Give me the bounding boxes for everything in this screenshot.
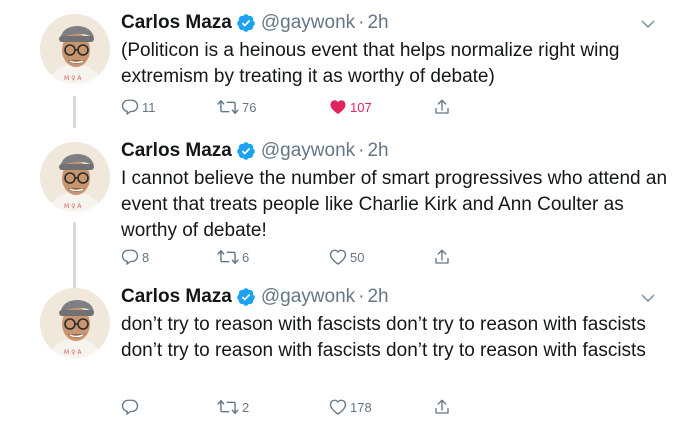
separator-dot: · — [358, 140, 365, 161]
reply-icon — [121, 249, 139, 265]
retweet-icon — [217, 400, 239, 414]
tweet[interactable]: M ♀ A Carlos Maza @gaywonk · 2h (Politic… — [0, 0, 690, 128]
like-button[interactable]: 178 — [329, 398, 372, 416]
like-button[interactable]: 107 — [329, 98, 372, 116]
svg-text:M ♀ A: M ♀ A — [64, 203, 82, 210]
heart-icon — [329, 399, 347, 415]
heart-icon — [329, 249, 347, 265]
author-name[interactable]: Carlos Maza — [121, 12, 232, 34]
retweet-icon — [217, 250, 239, 264]
share-button[interactable] — [433, 398, 451, 416]
avatar-photo: M ♀ A — [40, 14, 110, 84]
share-icon — [435, 249, 449, 264]
author-name[interactable]: Carlos Maza — [121, 286, 232, 308]
avatar[interactable]: M ♀ A — [40, 142, 110, 212]
reply-button[interactable] — [121, 398, 142, 416]
svg-text:M ♀ A: M ♀ A — [64, 349, 82, 356]
author-handle[interactable]: @gaywonk — [261, 140, 355, 162]
reply-button[interactable]: 11 — [121, 98, 156, 116]
chevron-down-icon[interactable] — [640, 290, 656, 306]
avatar-photo: M ♀ A — [40, 288, 110, 358]
avatar[interactable]: M ♀ A — [40, 288, 110, 358]
avatar[interactable]: M ♀ A — [40, 14, 110, 84]
retweet-count: 76 — [242, 99, 257, 115]
verified-badge-icon — [237, 142, 255, 160]
timestamp[interactable]: 2h — [367, 12, 388, 34]
tweet[interactable]: M ♀ A Carlos Maza @gaywonk · 2h don’t tr… — [0, 274, 690, 428]
tweet-text: don’t try to reason with fascists don’t … — [121, 314, 646, 361]
like-count: 178 — [350, 399, 372, 415]
verified-badge-icon — [237, 288, 255, 306]
retweet-button[interactable]: 2 — [217, 398, 249, 416]
retweet-button[interactable]: 76 — [217, 98, 256, 116]
heart-filled-icon — [330, 100, 346, 115]
reply-icon — [121, 399, 139, 415]
verified-badge-icon — [237, 14, 255, 32]
avatar-photo: M ♀ A — [40, 142, 110, 212]
timestamp[interactable]: 2h — [367, 140, 388, 162]
author-name[interactable]: Carlos Maza — [121, 140, 232, 162]
reply-count: 8 — [142, 249, 150, 265]
like-count: 50 — [350, 249, 365, 265]
share-button[interactable] — [433, 98, 451, 116]
chevron-down-icon[interactable] — [640, 16, 656, 32]
reply-button[interactable]: 8 — [121, 248, 149, 266]
author-handle[interactable]: @gaywonk — [261, 12, 355, 34]
retweet-icon — [217, 100, 239, 114]
share-icon — [435, 99, 449, 114]
svg-text:M ♀ A: M ♀ A — [64, 75, 82, 82]
reply-count: 11 — [142, 99, 156, 115]
like-button[interactable]: 50 — [329, 248, 364, 266]
tweet[interactable]: M ♀ A Carlos Maza @gaywonk · 2h I cannot… — [0, 128, 690, 274]
tweet-text: I cannot believe the number of smart pro… — [121, 168, 668, 241]
tweet-text: (Politicon is a heinous event that helps… — [121, 40, 620, 87]
timestamp[interactable]: 2h — [367, 286, 388, 308]
share-button[interactable] — [433, 248, 451, 266]
like-count: 107 — [350, 99, 372, 115]
retweet-button[interactable]: 6 — [217, 248, 249, 266]
separator-dot: · — [358, 12, 365, 33]
share-icon — [435, 399, 449, 414]
author-handle[interactable]: @gaywonk — [261, 286, 355, 308]
reply-icon — [121, 99, 139, 115]
retweet-count: 6 — [242, 249, 250, 265]
separator-dot: · — [358, 286, 365, 307]
retweet-count: 2 — [242, 399, 250, 415]
